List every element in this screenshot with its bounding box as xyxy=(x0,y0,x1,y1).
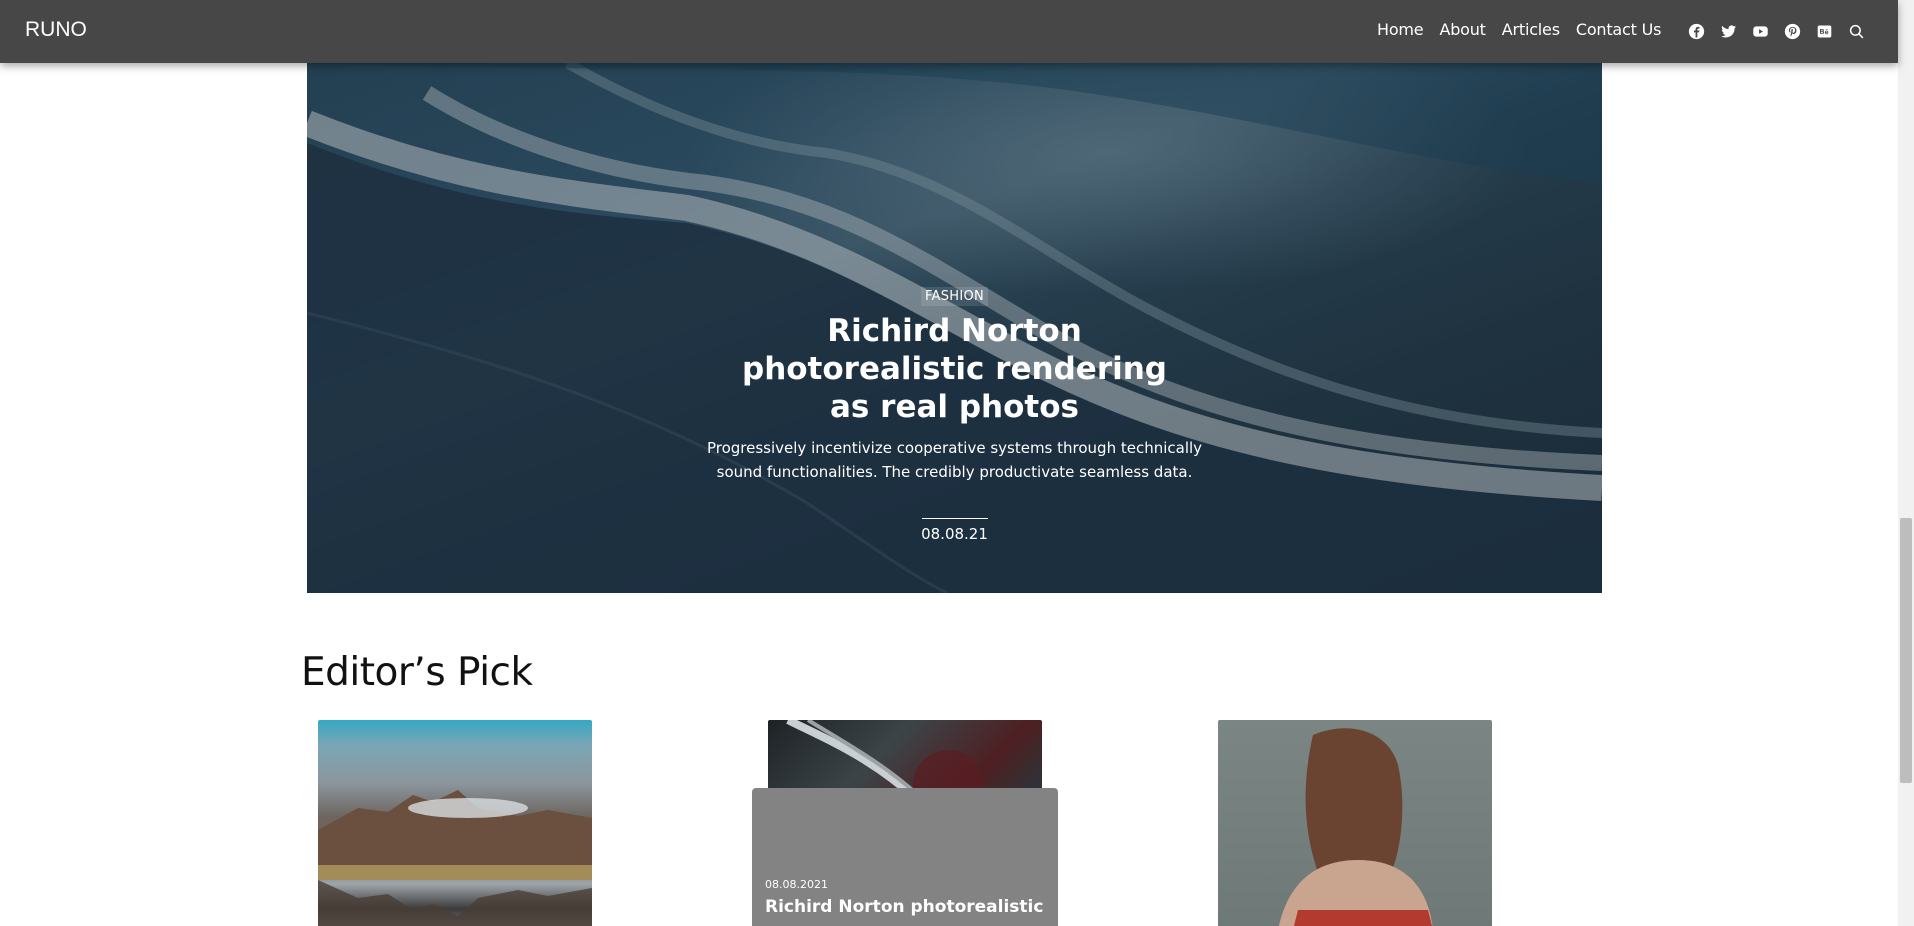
featured-card-overlay[interactable]: 08.08.2021 Richird Norton photorealistic xyxy=(752,788,1058,926)
hero-title[interactable]: Richird Norton photorealistic rendering … xyxy=(725,312,1185,426)
behance-icon[interactable] xyxy=(1816,23,1833,40)
pinterest-icon[interactable] xyxy=(1784,23,1801,40)
facebook-icon[interactable] xyxy=(1688,23,1705,40)
youtube-icon[interactable] xyxy=(1752,23,1769,40)
site-logo[interactable]: RUNO xyxy=(25,18,87,42)
search-icon[interactable] xyxy=(1848,23,1865,40)
nav-link-home[interactable]: Home xyxy=(1377,20,1424,39)
hero-date: 08.08.21 xyxy=(921,525,988,543)
twitter-icon[interactable] xyxy=(1720,23,1737,40)
main-nav: Home About Articles Contact Us xyxy=(1377,20,1661,39)
nav-link-contact-us[interactable]: Contact Us xyxy=(1576,20,1662,39)
hero-banner[interactable]: FASHION Richird Norton photorealistic re… xyxy=(307,63,1602,593)
top-navbar: RUNO Home About Articles Contact Us xyxy=(0,0,1898,63)
mountain-lake-card-image[interactable] xyxy=(318,720,592,926)
page-scrollbar[interactable] xyxy=(1898,0,1914,926)
woman-portrait-card-image[interactable] xyxy=(1218,720,1492,926)
nav-link-about[interactable]: About xyxy=(1439,20,1486,39)
hero-divider xyxy=(921,518,988,519)
mountain-lake-image xyxy=(318,790,592,926)
nav-link-articles[interactable]: Articles xyxy=(1502,20,1560,39)
woman-portrait-image xyxy=(1278,728,1433,926)
hero-category-tag[interactable]: FASHION xyxy=(920,287,989,306)
scrollbar-thumb[interactable] xyxy=(1900,518,1912,783)
editors-pick-heading: Editor’s Pick xyxy=(301,650,533,695)
featured-card-date: 08.08.2021 xyxy=(765,878,828,891)
social-links xyxy=(1688,23,1865,40)
featured-card-title[interactable]: Richird Norton photorealistic xyxy=(765,896,1045,918)
hero-content: FASHION Richird Norton photorealistic re… xyxy=(307,285,1602,543)
hero-excerpt: Progressively incentivize cooperative sy… xyxy=(706,439,1203,481)
